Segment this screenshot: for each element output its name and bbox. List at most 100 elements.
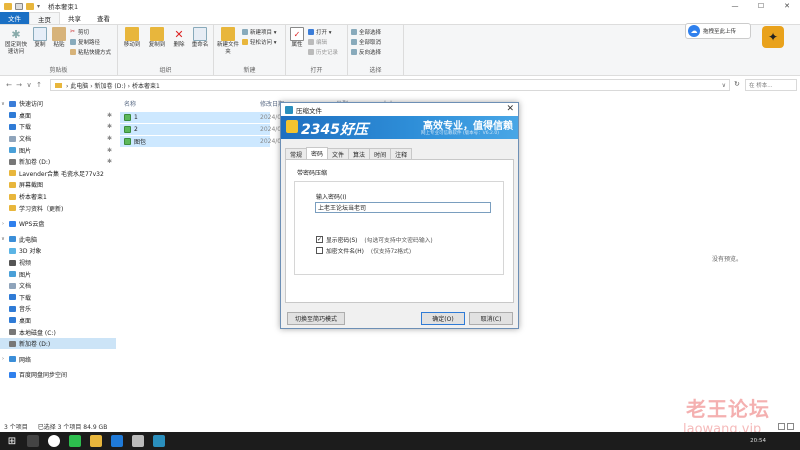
- clock: 20:54: [750, 438, 766, 444]
- search-input[interactable]: 在 桥本...: [745, 79, 797, 91]
- switch-mode-button[interactable]: 切换至简巧模式: [287, 312, 345, 325]
- list-item[interactable]: 1 2024/0: [120, 112, 281, 123]
- search-placeholder: 在 桥本...: [749, 83, 773, 89]
- compress-app-icon[interactable]: [153, 435, 165, 447]
- address-bar[interactable]: › 此电脑 › 新加卷 (D:) › 桥本奢束1 ∨: [50, 79, 730, 91]
- nav-pc-music[interactable]: 音乐: [0, 303, 116, 315]
- nav-item-downloads[interactable]: 下载 ✱: [0, 121, 116, 133]
- invert-selection-button[interactable]: 反向选择: [351, 48, 381, 56]
- tab-time[interactable]: 时间: [369, 148, 392, 159]
- select-none-button[interactable]: 全部取消: [351, 38, 381, 46]
- pin-icon: ✱: [106, 123, 112, 131]
- back-button[interactable]: ←: [4, 81, 14, 89]
- select-all-button[interactable]: 全部选择: [351, 28, 381, 36]
- easy-access-button[interactable]: 轻松访问 ▾: [242, 38, 277, 46]
- nav-pc-documents[interactable]: 文档: [0, 280, 116, 292]
- tab-general[interactable]: 常规: [285, 148, 308, 159]
- tab-password[interactable]: 密码: [306, 147, 329, 159]
- chevron-right-icon[interactable]: ›: [0, 221, 6, 227]
- show-password-checkbox[interactable]: ✓ 显示密码(S) (勾选可支持中文密码输入): [316, 235, 433, 244]
- large-icons-view-icon[interactable]: [787, 423, 794, 430]
- refresh-button[interactable]: ↻: [734, 80, 740, 88]
- nav-pc-drive-d[interactable]: 新加卷 (D:): [0, 337, 116, 350]
- copy-path-button[interactable]: 复制路径: [70, 38, 111, 46]
- recent-locations-button[interactable]: ∨: [24, 81, 34, 89]
- cut-button[interactable]: ✂ 剪切: [70, 28, 111, 37]
- easy-access-icon: [242, 39, 248, 45]
- cloud-icon: [9, 220, 16, 227]
- tab-share[interactable]: 共享: [60, 12, 89, 24]
- password-input[interactable]: 上老王论坛当老司: [315, 202, 491, 213]
- clipboard-group: ✱ 固定到快速访问 复制 粘贴 ✂ 剪切 复制路径 粘贴快捷方式 剪贴板: [0, 25, 118, 75]
- nav-pc-drive-c[interactable]: 本地磁盘 (C:): [0, 326, 116, 338]
- nav-item-screenshots[interactable]: 屏幕截图: [0, 179, 116, 191]
- nav-pc-downloads[interactable]: 下载: [0, 292, 116, 304]
- app-icon[interactable]: [132, 435, 144, 447]
- nav-network[interactable]: › 网络: [0, 353, 116, 365]
- nav-item-documents[interactable]: 文档 ✱: [0, 133, 116, 145]
- desktop-icon: [9, 112, 16, 119]
- tab-algorithm[interactable]: 算法: [348, 148, 371, 159]
- list-item[interactable]: 2 2024/0: [120, 124, 281, 135]
- maximize-button[interactable]: ☐: [748, 0, 774, 12]
- start-button[interactable]: ⊞: [6, 436, 18, 447]
- qa-dropdown-icon[interactable]: ▾: [37, 3, 40, 10]
- wechat-icon[interactable]: [69, 435, 81, 447]
- app-icon[interactable]: [111, 435, 123, 447]
- nav-wps-cloud[interactable]: › WPS云盘: [0, 218, 116, 230]
- nav-baidu-sync[interactable]: 百度网盘同步空间: [0, 369, 116, 381]
- task-view-icon[interactable]: [27, 435, 39, 447]
- close-button[interactable]: ✕: [774, 0, 800, 12]
- chevron-right-icon[interactable]: ›: [0, 356, 6, 362]
- nav-quick-access[interactable]: ∨ 快速访问: [0, 98, 116, 110]
- nav-pc-desktop[interactable]: 桌面: [0, 315, 116, 327]
- paste-shortcut-button[interactable]: 粘贴快捷方式: [70, 48, 111, 56]
- list-item[interactable]: 图包 2024/0: [120, 136, 281, 147]
- properties-qa-icon[interactable]: [15, 2, 23, 10]
- edit-button[interactable]: 编辑: [308, 38, 338, 46]
- up-button[interactable]: ↑: [34, 81, 44, 89]
- nav-item-drive-d[interactable]: 新加卷 (D:) ✱: [0, 156, 116, 168]
- chevron-down-icon[interactable]: ∨: [0, 101, 6, 107]
- nav-item-current-folder[interactable]: 桥本奢束1: [0, 191, 116, 203]
- new-item-button[interactable]: 新建项目 ▾: [242, 28, 277, 36]
- details-view-icon[interactable]: [778, 423, 785, 430]
- organize-group-title: 组织: [159, 67, 172, 74]
- nav-pc-videos[interactable]: 视频: [0, 257, 116, 269]
- nav-this-pc[interactable]: ∨ 此电脑: [0, 234, 116, 246]
- qq-icon[interactable]: [48, 435, 60, 447]
- new-folder-qa-icon[interactable]: [26, 2, 34, 10]
- column-name[interactable]: 名称: [124, 99, 136, 108]
- tab-file[interactable]: 文件: [0, 12, 29, 24]
- nav-item-study[interactable]: 学习资料（更新): [0, 202, 116, 214]
- forward-button[interactable]: →: [14, 81, 24, 89]
- upload-drop-button[interactable]: ☁ 拖拽至此上传: [685, 23, 751, 39]
- dialog-close-button[interactable]: ✕: [506, 104, 514, 114]
- tab-view[interactable]: 查看: [89, 12, 118, 24]
- file-explorer-icon[interactable]: [90, 435, 102, 447]
- chevron-down-icon[interactable]: ∨: [0, 236, 6, 242]
- tab-home[interactable]: 主页: [29, 12, 60, 24]
- breadcrumb[interactable]: › 此电脑 › 新加卷 (D:) › 桥本奢束1: [66, 81, 160, 90]
- nav-pc-pictures[interactable]: 图片: [0, 268, 116, 280]
- open-button[interactable]: 打开 ▾: [308, 28, 338, 36]
- tab-comment[interactable]: 注释: [390, 148, 413, 159]
- address-dropdown-icon[interactable]: ∨: [722, 82, 726, 89]
- nav-pc-3d[interactable]: 3D 对象: [0, 245, 116, 257]
- cancel-button[interactable]: 取消(C): [469, 312, 513, 325]
- checkbox-unchecked-icon[interactable]: [316, 247, 323, 254]
- download-icon: [9, 294, 16, 301]
- tab-files[interactable]: 文件: [327, 148, 350, 159]
- nav-item-pictures[interactable]: 图片 ✱: [0, 144, 116, 156]
- ok-button[interactable]: 确定(O): [421, 312, 465, 325]
- nav-item-lavender[interactable]: Lavender合集 毛瓷水足77v32: [0, 168, 116, 180]
- minimize-button[interactable]: —: [722, 0, 748, 12]
- history-button[interactable]: 历史记录: [308, 48, 338, 56]
- bird-logo-icon[interactable]: ✦: [762, 26, 784, 48]
- pin-icon: ✱: [106, 135, 112, 143]
- ribbon: ✱ 固定到快速访问 复制 粘贴 ✂ 剪切 复制路径 粘贴快捷方式 剪贴板 移动到 …: [0, 24, 800, 76]
- encrypt-filenames-checkbox[interactable]: 加密文件名(H) (仅支持7z格式): [316, 246, 411, 255]
- nav-item-desktop[interactable]: 桌面 ✱: [0, 110, 116, 122]
- folder-icon: [9, 193, 16, 200]
- checkbox-checked-icon[interactable]: ✓: [316, 236, 323, 243]
